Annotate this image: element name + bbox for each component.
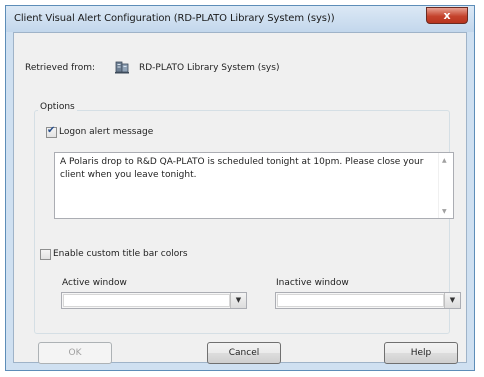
inactive-window-value <box>277 294 444 307</box>
logon-alert-label[interactable]: Logon alert message <box>59 127 153 137</box>
inactive-window-color-select[interactable]: ▼ <box>275 292 461 309</box>
dialog-body: Retrieved from: RD-PLATO Library System … <box>13 32 467 364</box>
help-button[interactable]: Help <box>384 342 458 364</box>
chevron-down-icon[interactable]: ▼ <box>230 293 246 308</box>
ok-button[interactable]: OK <box>38 342 112 364</box>
logon-alert-checkbox[interactable] <box>46 125 57 138</box>
active-window-label: Active window <box>62 278 127 288</box>
dialog-window: Client Visual Alert Configuration (RD-PL… <box>5 5 475 371</box>
active-window-color-select[interactable]: ▼ <box>61 292 247 309</box>
inactive-window-label: Inactive window <box>276 278 349 288</box>
scroll-down-icon[interactable]: ▼ <box>442 208 447 215</box>
message-scrollbar[interactable]: ▲ ▼ <box>438 153 453 218</box>
options-group-label: Options <box>38 102 77 112</box>
title-bar[interactable]: Client Visual Alert Configuration (RD-PL… <box>6 6 474 32</box>
close-button[interactable]: x <box>426 7 468 24</box>
custom-title-colors-label[interactable]: Enable custom title bar colors <box>53 249 188 259</box>
scroll-up-icon[interactable]: ▲ <box>442 157 447 164</box>
server-icon <box>115 61 129 74</box>
active-window-value <box>63 294 230 307</box>
retrieved-from-label: Retrieved from: <box>25 63 96 73</box>
window-title: Client Visual Alert Configuration (RD-PL… <box>14 13 335 24</box>
retrieved-from-value: RD-PLATO Library System (sys) <box>139 63 280 73</box>
logon-alert-message-textarea[interactable]: A Polaris drop to R&D QA-PLATO is schedu… <box>54 152 454 219</box>
custom-title-colors-checkbox[interactable] <box>40 249 51 260</box>
logon-alert-message-text: A Polaris drop to R&D QA-PLATO is schedu… <box>60 157 424 180</box>
cancel-button[interactable]: Cancel <box>207 342 281 364</box>
chevron-down-icon[interactable]: ▼ <box>444 293 460 308</box>
close-icon: x <box>443 9 451 22</box>
